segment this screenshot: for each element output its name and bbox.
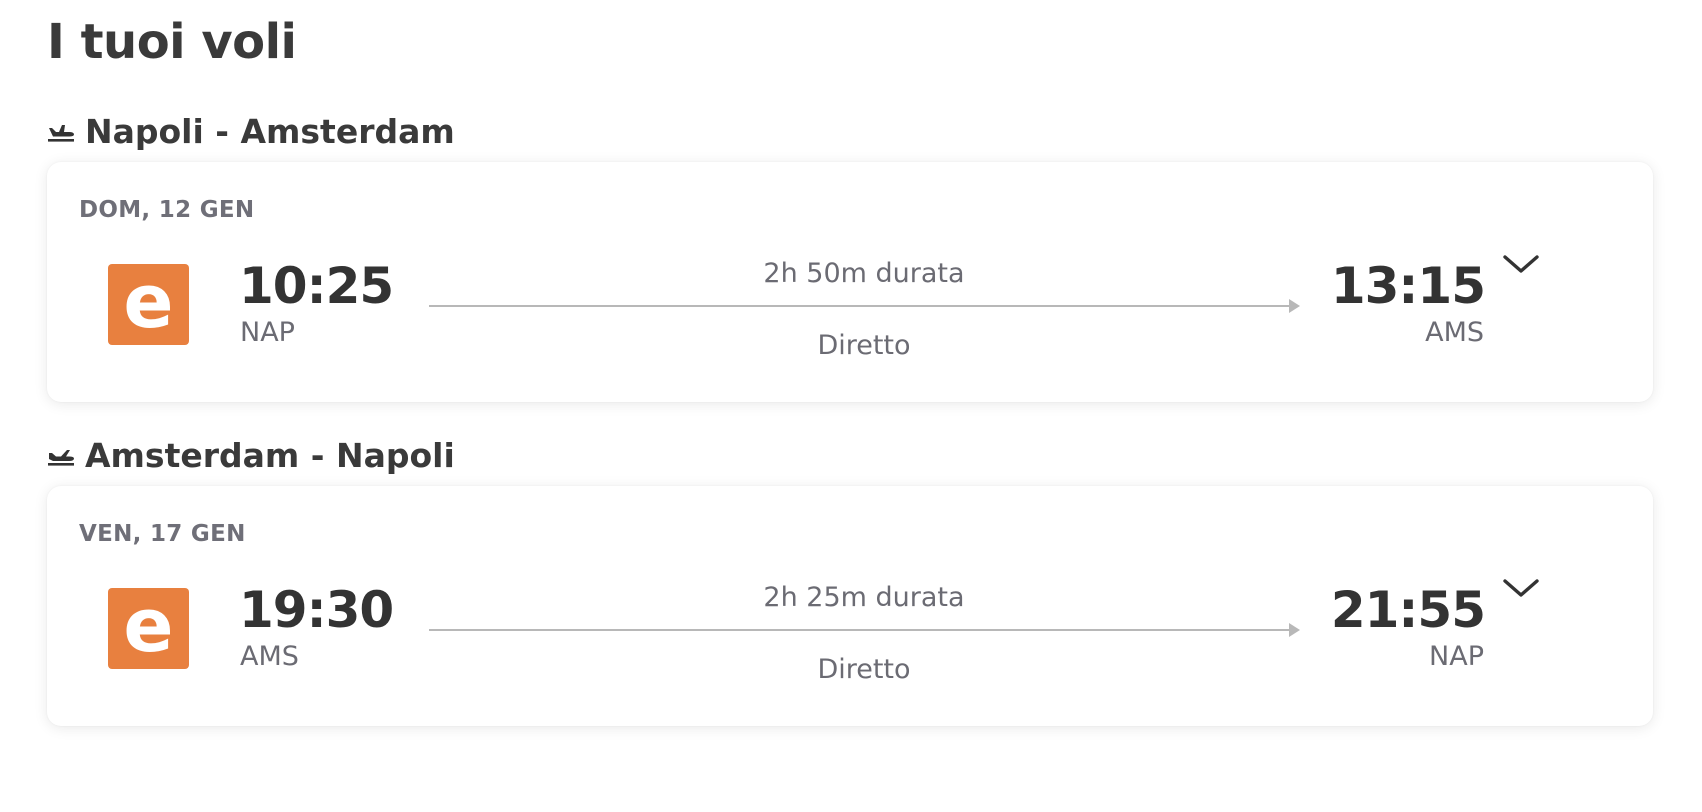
route-arrow-icon [1289, 623, 1300, 637]
route-arrow-icon [1289, 299, 1300, 313]
airline-logo: e [108, 588, 189, 669]
chevron-down-icon[interactable] [1499, 250, 1543, 280]
arrival-airport-code: NAP [1429, 641, 1484, 672]
flight-date: DOM, 12 GEN [79, 197, 255, 223]
departure-airport-code: NAP [240, 317, 295, 348]
arrival-airport-code: AMS [1425, 317, 1484, 348]
airline-logo: e [108, 264, 189, 345]
departure-time: 10:25 [239, 257, 394, 315]
page-title: I tuoi voli [47, 14, 297, 70]
departure-time: 19:30 [239, 581, 394, 639]
leg-heading-label: Napoli - Amsterdam [85, 112, 455, 151]
plane-takeoff-icon [47, 122, 75, 142]
flight-card-return[interactable]: VEN, 17 GEN e 19:30 AMS 2h 25m durata Di… [47, 486, 1653, 726]
flight-stops: Diretto [817, 330, 911, 361]
departure-airport-code: AMS [240, 641, 299, 672]
chevron-down-icon[interactable] [1499, 574, 1543, 604]
leg-heading-return: Amsterdam - Napoli [47, 436, 455, 475]
flight-duration: 2h 50m durata [763, 258, 965, 289]
flight-card-outbound[interactable]: DOM, 12 GEN e 10:25 NAP 2h 50m durata Di… [47, 162, 1653, 402]
arrival-time: 13:15 [1330, 257, 1486, 315]
arrival-time: 21:55 [1330, 581, 1486, 639]
flight-stops: Diretto [817, 654, 911, 685]
route-line [429, 305, 1293, 307]
leg-heading-outbound: Napoli - Amsterdam [47, 112, 455, 151]
flight-date: VEN, 17 GEN [79, 521, 246, 547]
route-line [429, 629, 1293, 631]
leg-heading-label: Amsterdam - Napoli [85, 436, 455, 475]
plane-landing-icon [47, 446, 75, 466]
flight-duration: 2h 25m durata [763, 582, 965, 613]
